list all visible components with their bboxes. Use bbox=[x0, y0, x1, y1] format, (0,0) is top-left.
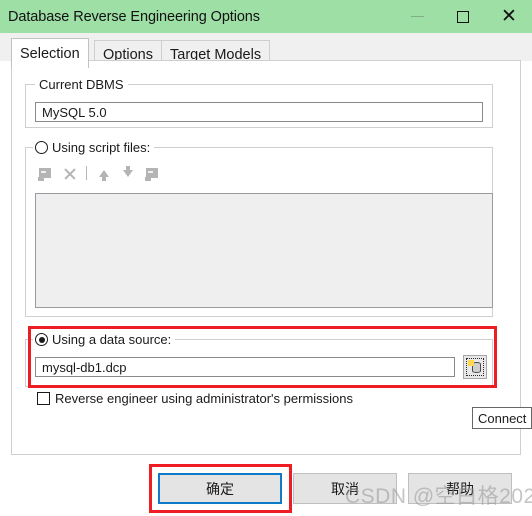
data-source-browse-button[interactable] bbox=[463, 355, 487, 379]
tab-selection[interactable]: Selection bbox=[11, 38, 89, 68]
data-source-value: mysql-db1.dcp bbox=[42, 359, 127, 375]
move-up-icon[interactable] bbox=[94, 164, 114, 182]
script-files-toolbar bbox=[35, 163, 215, 183]
connect-tooltip: Connect bbox=[472, 407, 532, 429]
using-data-source-label: Using a data source: bbox=[52, 332, 172, 347]
cancel-button-label: 取消 bbox=[331, 480, 359, 497]
using-script-files-header: Using script files: bbox=[33, 140, 155, 155]
minimize-icon bbox=[410, 15, 424, 18]
admin-permissions-checkbox-row[interactable]: Reverse engineer using administrator's p… bbox=[37, 391, 353, 406]
window-title: Database Reverse Engineering Options bbox=[8, 8, 260, 25]
move-down-icon[interactable] bbox=[118, 164, 138, 182]
title-bar: Database Reverse Engineering Options ✕ bbox=[0, 0, 532, 33]
using-data-source-header: Using a data source: bbox=[33, 332, 176, 347]
using-script-files-radio[interactable] bbox=[35, 141, 48, 154]
using-data-source-radio[interactable] bbox=[35, 333, 48, 346]
ok-button[interactable]: 确定 bbox=[158, 473, 282, 504]
close-button[interactable]: ✕ bbox=[486, 0, 532, 33]
cancel-button[interactable]: 取消 bbox=[293, 473, 397, 504]
toolbar-separator bbox=[86, 166, 87, 180]
delete-icon[interactable] bbox=[59, 164, 79, 182]
admin-permissions-checkbox[interactable] bbox=[37, 392, 50, 405]
add-file-icon[interactable] bbox=[35, 164, 55, 182]
maximize-button[interactable] bbox=[440, 0, 486, 33]
help-button-label: 帮助 bbox=[446, 480, 474, 497]
close-icon: ✕ bbox=[501, 6, 517, 27]
current-dbms-group-label: Current DBMS bbox=[35, 77, 128, 92]
minimize-button[interactable] bbox=[394, 0, 440, 33]
edit-file-icon[interactable] bbox=[142, 164, 162, 182]
using-script-files-label: Using script files: bbox=[52, 140, 151, 155]
ok-button-label: 确定 bbox=[206, 480, 234, 497]
tab-selection-label: Selection bbox=[20, 45, 80, 62]
current-dbms-field[interactable]: MySQL 5.0 bbox=[35, 102, 483, 122]
help-button[interactable]: 帮助 bbox=[408, 473, 512, 504]
admin-permissions-label: Reverse engineer using administrator's p… bbox=[55, 391, 354, 406]
connect-tooltip-text: Connect bbox=[478, 410, 527, 426]
database-browse-icon bbox=[466, 358, 484, 376]
maximize-icon bbox=[457, 10, 469, 23]
data-source-input[interactable]: mysql-db1.dcp bbox=[35, 357, 455, 377]
current-dbms-value: MySQL 5.0 bbox=[42, 104, 107, 120]
tab-strip: Selection Options Target Models bbox=[0, 33, 532, 68]
script-files-list[interactable] bbox=[35, 193, 493, 308]
